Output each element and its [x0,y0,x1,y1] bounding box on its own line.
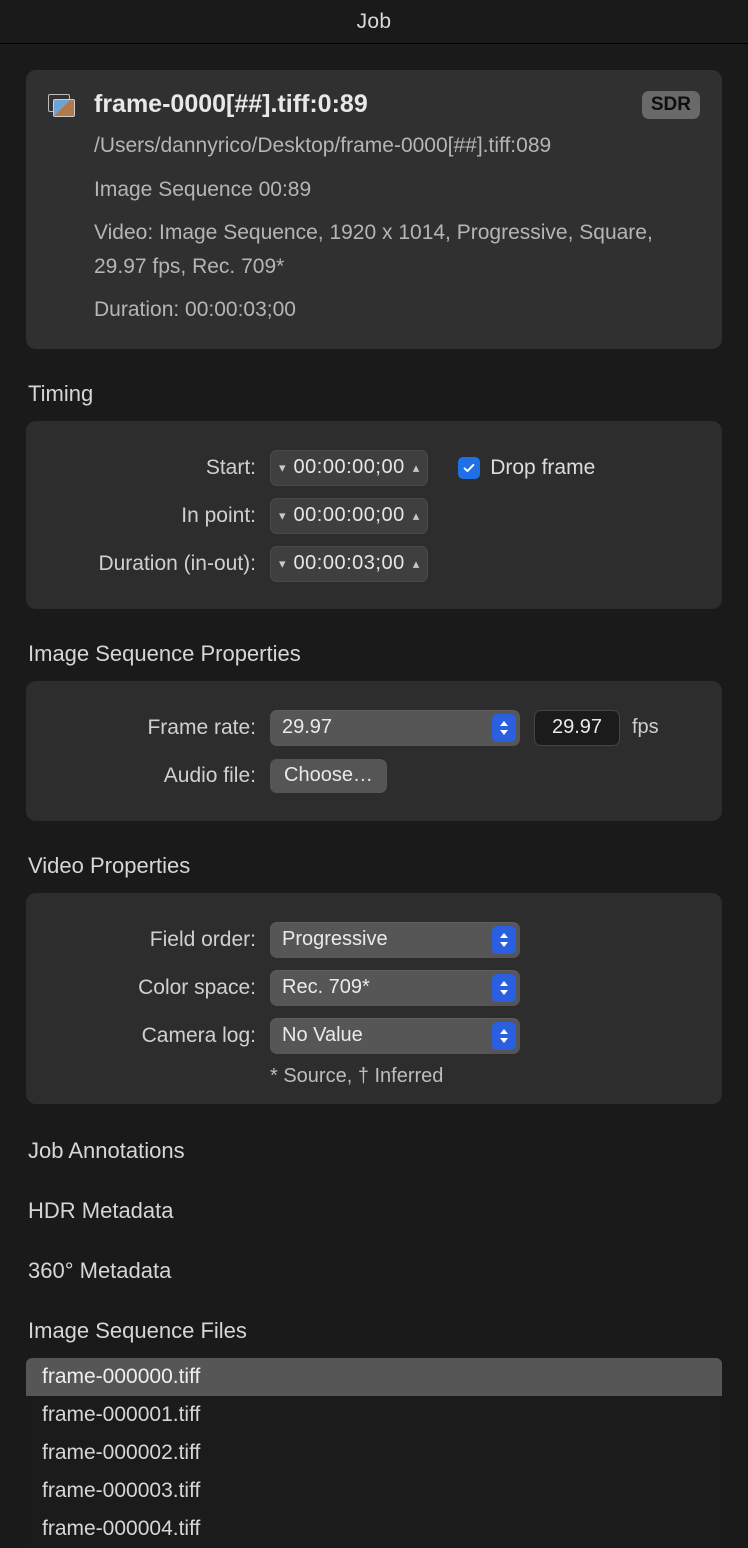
fps-unit: fps [632,716,659,739]
fieldorder-select[interactable]: Progressive [270,922,520,958]
chevron-down-icon[interactable]: ▾ [279,461,286,474]
sdr-badge: SDR [642,91,700,119]
job-duration: Duration: 00:00:03;00 [94,293,700,327]
fieldorder-label: Field order: [46,928,256,952]
framerate-select[interactable]: 29.97 [270,710,520,746]
section-isf: Image Sequence Files [28,1318,722,1344]
job-path: /Users/dannyrico/Desktop/frame-0000[##].… [94,129,700,163]
start-timecode[interactable]: ▾ 00:00:00;00 ▴ [270,450,428,486]
list-item[interactable]: frame-000000.tiff [26,1358,722,1396]
colorspace-select[interactable]: Rec. 709* [270,970,520,1006]
cameralog-label: Camera log: [46,1024,256,1048]
image-sequence-icon [48,94,74,116]
duration-label: Duration (in-out): [46,552,256,576]
image-sequence-file-list[interactable]: frame-000000.tiff frame-000001.tiff fram… [26,1358,722,1548]
chevron-up-icon[interactable]: ▴ [413,557,420,570]
choose-audio-button[interactable]: Choose… [270,759,387,793]
isp-block: Frame rate: 29.97 29.97 fps Audio file: … [26,681,722,821]
colorspace-label: Color space: [46,976,256,1000]
updown-icon [492,714,516,742]
source-inferred-footnote: * Source, † Inferred [270,1065,702,1088]
in-point-timecode[interactable]: ▾ 00:00:00;00 ▴ [270,498,428,534]
updown-icon [492,974,516,1002]
audiofile-label: Audio file: [46,764,256,788]
section-hdr[interactable]: HDR Metadata [28,1198,722,1224]
cameralog-select[interactable]: No Value [270,1018,520,1054]
updown-icon [492,1022,516,1050]
timing-block: Start: ▾ 00:00:00;00 ▴ Drop frame In poi… [26,421,722,609]
title-text: Job [357,10,392,34]
inspector-panel: frame-0000[##].tiff:0:89 SDR /Users/dann… [0,44,748,1548]
chevron-up-icon[interactable]: ▴ [413,509,420,522]
section-isp: Image Sequence Properties [28,641,722,667]
drop-frame-checkbox[interactable] [458,457,480,479]
list-item[interactable]: frame-000004.tiff [26,1510,722,1548]
vp-block: Field order: Progressive Color space: Re… [26,893,722,1104]
framerate-label: Frame rate: [46,716,256,740]
in-point-label: In point: [46,504,256,528]
job-card: frame-0000[##].tiff:0:89 SDR /Users/dann… [26,70,722,349]
section-timing: Timing [28,381,722,407]
chevron-down-icon[interactable]: ▾ [279,509,286,522]
duration-timecode[interactable]: ▾ 00:00:03;00 ▴ [270,546,428,582]
drop-frame-label: Drop frame [490,456,595,480]
updown-icon [492,926,516,954]
window-title: Job [0,0,748,44]
section-360[interactable]: 360° Metadata [28,1258,722,1284]
section-annotations[interactable]: Job Annotations [28,1138,722,1164]
chevron-down-icon[interactable]: ▾ [279,557,286,570]
job-sequence: Image Sequence 00:89 [94,173,700,207]
list-item[interactable]: frame-000003.tiff [26,1472,722,1510]
list-item[interactable]: frame-000001.tiff [26,1396,722,1434]
framerate-numfield[interactable]: 29.97 [534,710,620,746]
job-video-props: Video: Image Sequence, 1920 x 1014, Prog… [94,216,700,283]
chevron-up-icon[interactable]: ▴ [413,461,420,474]
section-vp: Video Properties [28,853,722,879]
start-label: Start: [46,456,256,480]
list-item[interactable]: frame-000002.tiff [26,1434,722,1472]
job-filename: frame-0000[##].tiff:0:89 [94,90,622,119]
